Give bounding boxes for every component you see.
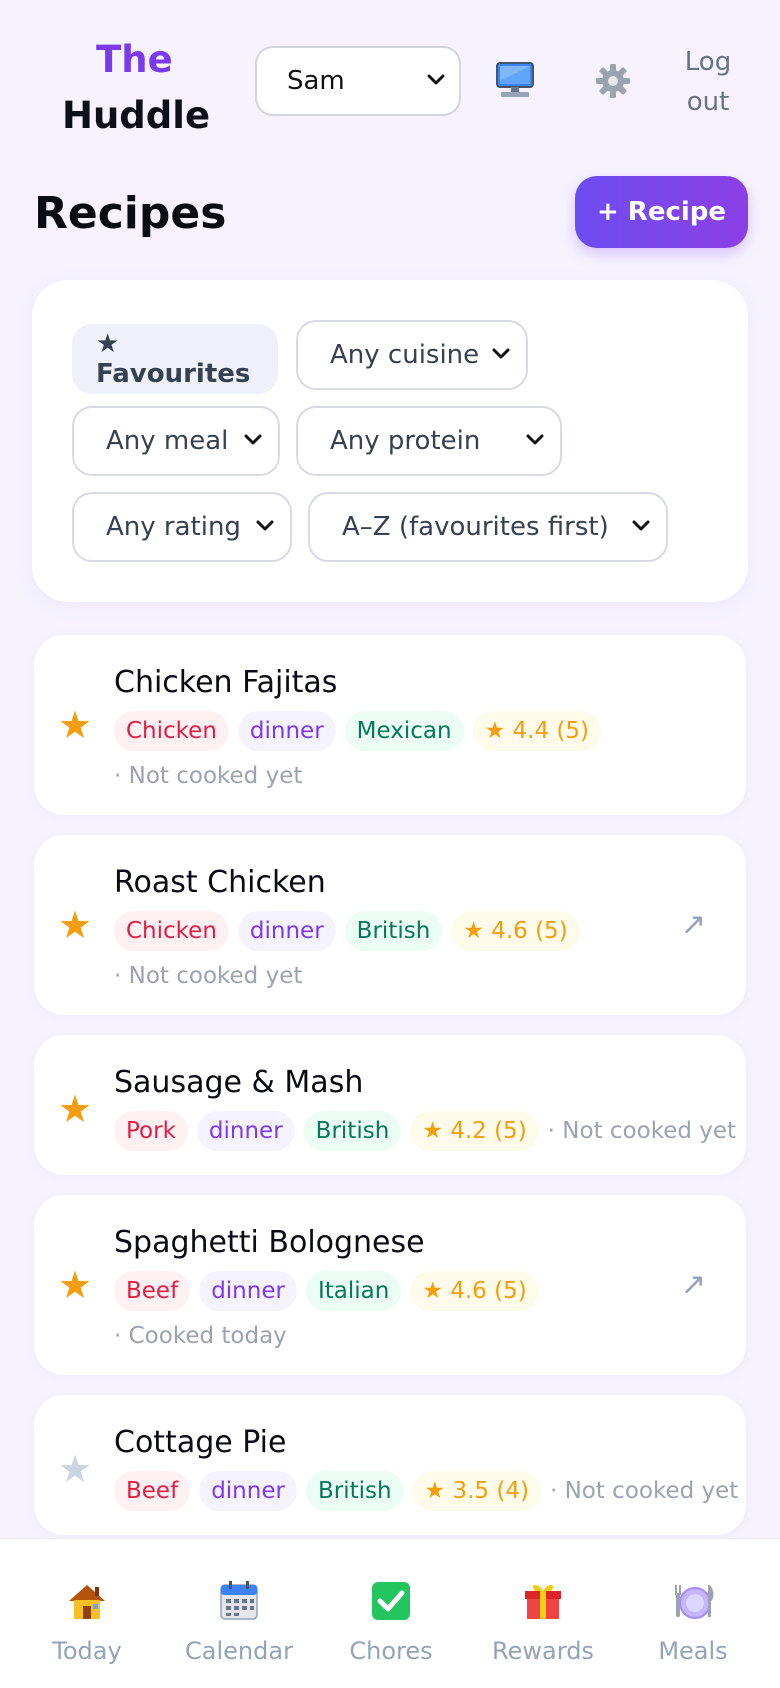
recipe-card[interactable]: ★ Sausage & Mash Pork dinner British ★ 4… <box>34 1035 746 1175</box>
protein-tag: Chicken <box>114 711 229 751</box>
chevron-down-icon <box>427 70 445 91</box>
plate-icon <box>618 1575 768 1627</box>
brand-line-2: Huddle <box>62 94 211 137</box>
rating-badge: ★ 4.6 (5) <box>410 1271 539 1311</box>
meal-tag: dinner <box>196 1111 295 1151</box>
nav-today[interactable]: Today <box>12 1575 162 1665</box>
open-link-icon[interactable]: ↗ <box>681 907 706 942</box>
cuisine-tag: British <box>344 911 443 951</box>
nav-label: Rewards <box>492 1637 594 1665</box>
nav-chores[interactable]: Chores <box>316 1575 466 1665</box>
meal-tag: dinner <box>199 1471 297 1511</box>
recipe-name: Spaghetti Bolognese <box>114 1225 425 1260</box>
brand-line-1: The <box>96 38 173 81</box>
recipe-card[interactable]: ★ Cottage Pie Beef dinner British ★ 3.5 … <box>34 1395 746 1535</box>
recipe-card[interactable]: ★ Roast Chicken Chicken dinner British ★… <box>34 835 746 1015</box>
rating-badge: ★ 4.6 (5) <box>451 911 580 951</box>
protein-tag: Beef <box>114 1271 191 1311</box>
chevron-down-icon <box>256 516 274 537</box>
favourite-star-icon[interactable]: ★ <box>58 1447 92 1491</box>
recipe-tags: Pork dinner British ★ 4.2 (5) · Not cook… <box>114 1111 736 1151</box>
cooked-status: · Cooked today <box>114 1323 287 1349</box>
recipe-card[interactable]: ★ Chicken Fajitas Chicken dinner Mexican… <box>34 635 746 815</box>
rating-select-value: Any rating <box>106 512 241 542</box>
gear-icon[interactable] <box>590 58 636 104</box>
cooked-status: · Not cooked yet <box>114 763 303 789</box>
protein-select-value: Any protein <box>330 426 481 456</box>
house-icon <box>12 1575 162 1627</box>
meal-tag: dinner <box>199 1271 297 1311</box>
sort-select-value: A–Z (favourites first) <box>342 512 609 542</box>
meal-select-value: Any meal <box>106 426 229 456</box>
cooked-status: · Not cooked yet <box>547 1118 737 1144</box>
recipe-tags: Chicken dinner British ★ 4.6 (5) <box>114 911 580 951</box>
user-select-value: Sam <box>287 66 345 96</box>
cuisine-select[interactable]: Any cuisine <box>296 320 528 390</box>
nav-label: Today <box>52 1637 122 1665</box>
cooked-status: · Not cooked yet <box>114 963 303 989</box>
recipe-card[interactable]: ★ Spaghetti Bolognese Beef dinner Italia… <box>34 1195 746 1375</box>
app-root: The Huddle Sam Log out Recipes + Recipe … <box>0 0 780 1688</box>
add-recipe-button[interactable]: + Recipe <box>575 176 748 248</box>
chevron-down-icon <box>492 344 510 365</box>
recipe-name: Cottage Pie <box>114 1425 287 1460</box>
checkmark-icon <box>316 1575 466 1627</box>
cuisine-tag: Italian <box>305 1271 402 1311</box>
meal-tag: dinner <box>237 911 336 951</box>
chevron-down-icon <box>244 430 262 451</box>
rating-badge: ★ 4.4 (5) <box>472 711 601 751</box>
nav-label: Meals <box>658 1637 728 1665</box>
protein-select[interactable]: Any protein <box>296 406 562 476</box>
recipe-name: Chicken Fajitas <box>114 665 338 700</box>
rating-select[interactable]: Any rating <box>72 492 292 562</box>
user-select[interactable]: Sam <box>255 46 461 116</box>
gift-icon <box>468 1575 618 1627</box>
meal-tag: dinner <box>237 711 336 751</box>
open-link-icon[interactable]: ↗ <box>681 1267 706 1302</box>
favourite-star-icon[interactable]: ★ <box>58 1087 92 1131</box>
recipe-tags: Beef dinner Italian ★ 4.6 (5) <box>114 1271 539 1311</box>
recipe-tags: Beef dinner British ★ 3.5 (4) · Not cook… <box>114 1471 738 1511</box>
page-title: Recipes <box>34 188 227 239</box>
bottom-nav: Today Calendar Chores Rewards Meals <box>0 1538 780 1688</box>
chevron-down-icon <box>526 430 544 451</box>
cuisine-select-value: Any cuisine <box>330 340 480 370</box>
rating-badge: ★ 3.5 (4) <box>412 1471 541 1511</box>
favourites-filter-button[interactable]: ★ Favourites <box>72 324 278 394</box>
nav-label: Calendar <box>185 1637 293 1665</box>
brand-logo[interactable]: The Huddle <box>62 32 210 144</box>
rating-badge: ★ 4.2 (5) <box>410 1111 539 1151</box>
recipe-name: Sausage & Mash <box>114 1065 364 1100</box>
filter-panel: ★ Favourites Any cuisine Any meal Any pr… <box>32 280 748 602</box>
favourite-star-icon[interactable]: ★ <box>58 1263 92 1307</box>
cuisine-tag: British <box>305 1471 404 1511</box>
nav-label: Chores <box>349 1637 433 1665</box>
nav-meals[interactable]: Meals <box>618 1575 768 1665</box>
cuisine-tag: British <box>303 1111 402 1151</box>
chevron-down-icon <box>632 516 650 537</box>
nav-rewards[interactable]: Rewards <box>468 1575 618 1665</box>
favourite-star-icon[interactable]: ★ <box>58 903 92 947</box>
recipe-name: Roast Chicken <box>114 865 326 900</box>
protein-tag: Beef <box>114 1471 191 1511</box>
calendar-icon <box>164 1575 314 1627</box>
nav-calendar[interactable]: Calendar <box>164 1575 314 1665</box>
recipe-tags: Chicken dinner Mexican ★ 4.4 (5) <box>114 711 601 751</box>
logout-line-2: out <box>686 87 730 117</box>
protein-tag: Pork <box>114 1111 188 1151</box>
protein-tag: Chicken <box>114 911 229 951</box>
logout-link[interactable]: Log out <box>680 42 736 122</box>
monitor-icon[interactable] <box>492 58 538 102</box>
cooked-status: · Not cooked yet <box>549 1478 739 1504</box>
favourite-star-icon[interactable]: ★ <box>58 703 92 747</box>
cuisine-tag: Mexican <box>344 711 464 751</box>
logout-line-1: Log <box>684 47 732 77</box>
sort-select[interactable]: A–Z (favourites first) <box>308 492 668 562</box>
header: The Huddle Sam Log out <box>0 0 780 170</box>
meal-select[interactable]: Any meal <box>72 406 280 476</box>
